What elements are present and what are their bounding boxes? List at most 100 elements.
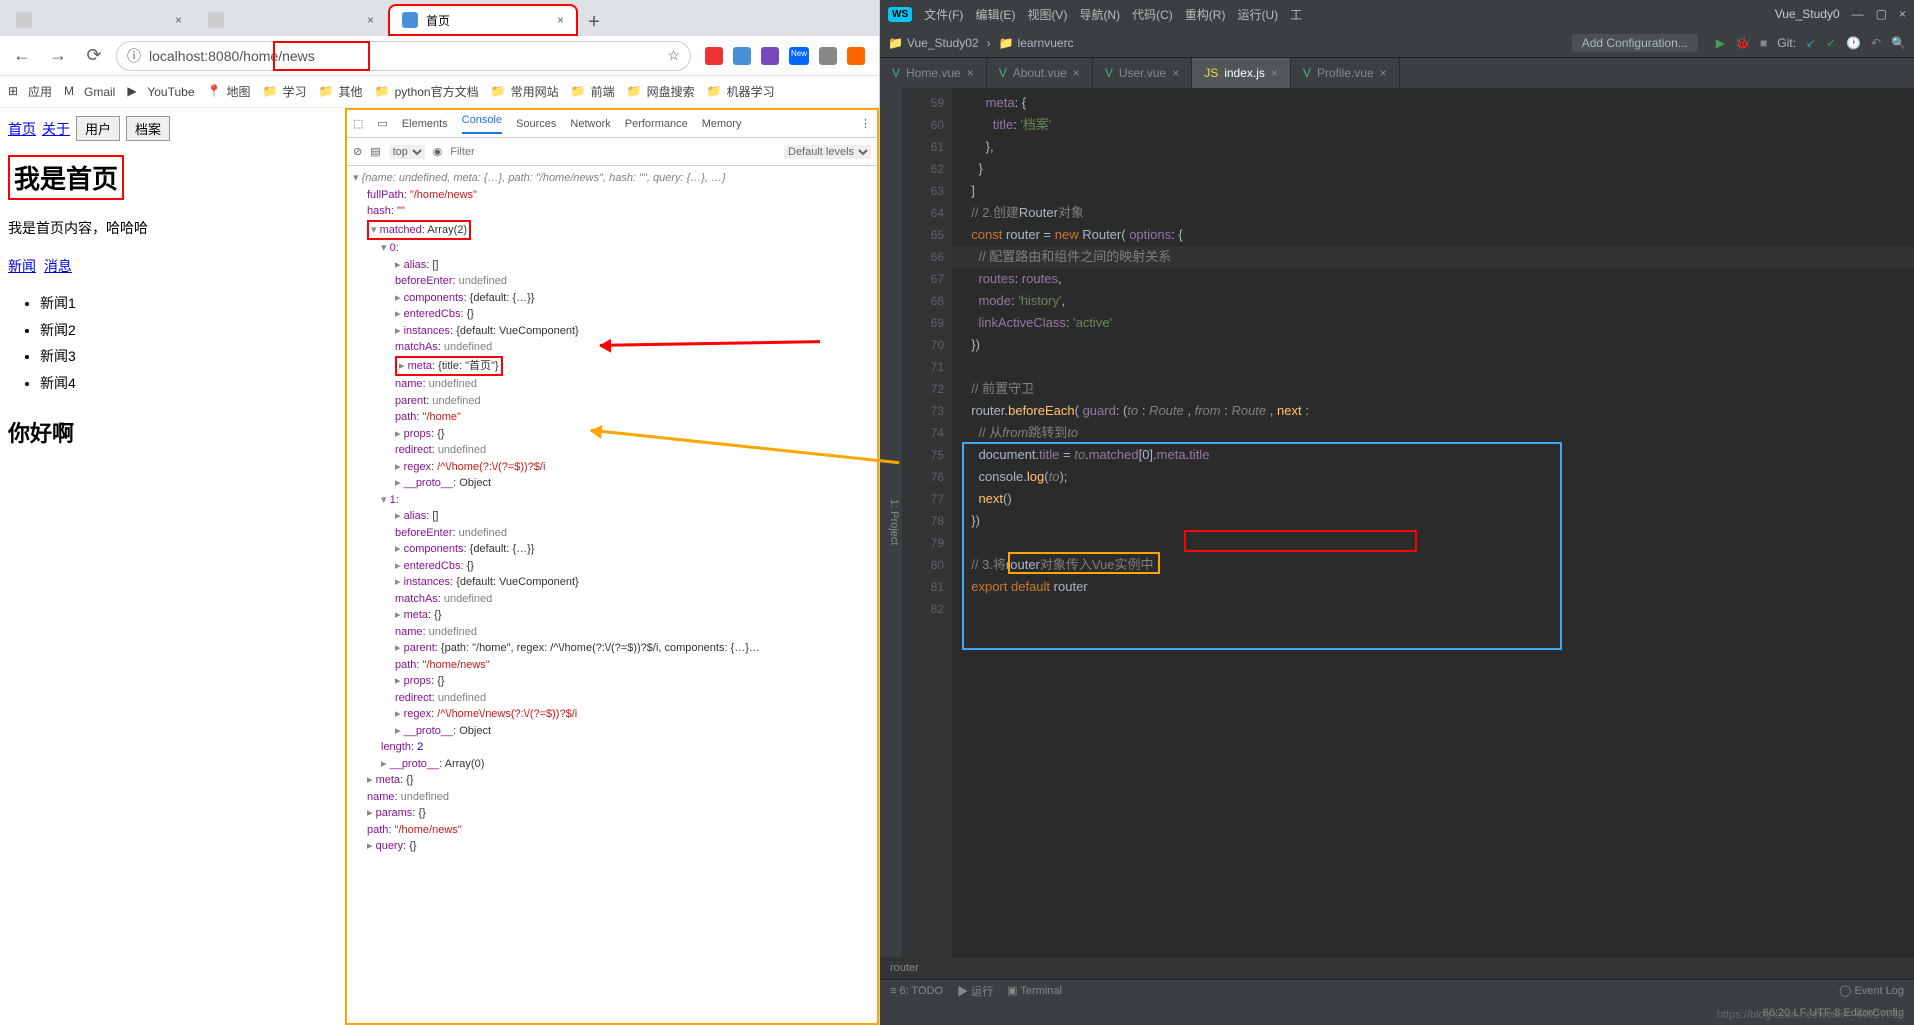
bookmark-item[interactable]: 📍地图 — [207, 83, 251, 100]
sidebar-icon[interactable]: ▤ — [370, 145, 380, 158]
ide-bottom-bar: ≡ 6: TODO ▶ 运行 ▣ Terminal ◯ Event Log — [880, 979, 1914, 1001]
dt-tab-active[interactable]: Console — [462, 114, 502, 134]
clear-icon[interactable]: ⊘ — [353, 145, 362, 158]
search-icon[interactable]: 🔍 — [1891, 36, 1906, 50]
user-button[interactable]: 用户 — [76, 116, 120, 141]
devtools-panel: ⬚ ▭ Elements Console Sources Network Per… — [345, 108, 879, 1025]
run-icon[interactable]: ▶ — [1716, 36, 1725, 50]
stop-icon[interactable]: ■ — [1760, 36, 1767, 50]
bookmark-item[interactable]: 📁前端 — [571, 83, 615, 100]
bookmark-item[interactable]: 📁学习 — [263, 83, 307, 100]
menu-item[interactable]: 运行(U) — [1237, 6, 1278, 23]
event-log[interactable]: ◯ Event Log — [1839, 984, 1904, 997]
editor-tab[interactable]: VHome.vue× — [880, 58, 987, 88]
git-update-icon[interactable]: ↙ — [1806, 36, 1816, 50]
code-editor[interactable]: meta: { title: '档案' }, } ] // 2.创建Router… — [952, 88, 1914, 957]
back-button[interactable]: ← — [8, 42, 36, 70]
close-icon[interactable]: × — [175, 13, 182, 27]
menu-item[interactable]: 导航(N) — [1079, 6, 1120, 23]
minimize-icon[interactable]: — — [1852, 7, 1864, 21]
git-label: Git: — [1777, 36, 1796, 50]
todo-tab[interactable]: ≡ 6: TODO — [890, 985, 943, 997]
toolbar-icons: ▶ 🐞 ■ Git: ↙ ✓ 🕐 ↶ 🔍 — [1716, 36, 1906, 50]
dt-tab[interactable]: Network — [570, 118, 610, 130]
git-revert-icon[interactable]: ↶ — [1871, 36, 1881, 50]
ext-badge[interactable]: New — [789, 47, 809, 65]
archive-button[interactable]: 档案 — [126, 116, 170, 141]
editor-tab[interactable]: JSindex.js× — [1192, 58, 1291, 88]
editor-tab[interactable]: VUser.vue× — [1093, 58, 1192, 88]
menu-item[interactable]: 工 — [1290, 6, 1302, 23]
address-bar[interactable]: ⓘ localhost:8080/home/news ☆ — [116, 41, 691, 71]
bookmarks-bar: ⊞应用 MGmail ▶YouTube 📍地图 📁学习 📁其他 📁python官方文档 📁常用… — [0, 76, 879, 108]
browser-tab[interactable]: × — [196, 4, 386, 36]
dt-tab[interactable]: Memory — [702, 118, 742, 130]
close-icon[interactable]: × — [1899, 7, 1906, 21]
ext-icon[interactable] — [733, 47, 751, 65]
device-icon[interactable]: ▭ — [377, 117, 387, 130]
dt-tab[interactable]: Elements — [402, 118, 448, 130]
menu-item[interactable]: 代码(C) — [1132, 6, 1173, 23]
inspect-icon[interactable]: ⬚ — [353, 117, 363, 130]
url-text: localhost:8080/home/news — [149, 48, 315, 64]
debug-icon[interactable]: 🐞 — [1735, 36, 1750, 50]
run-config[interactable]: Add Configuration... — [1572, 34, 1698, 52]
link-home[interactable]: 首页 — [8, 119, 36, 139]
editor-area: 1: Project 59606162636465666768697071727… — [880, 88, 1914, 957]
bookmark-item[interactable]: 📁机器学习 — [707, 83, 775, 100]
bookmark-item[interactable]: 📁其他 — [319, 83, 363, 100]
reload-button[interactable]: ⟳ — [80, 42, 108, 70]
terminal-tab[interactable]: ▣ Terminal — [1007, 984, 1062, 997]
new-tab-button[interactable]: + — [580, 8, 608, 36]
dt-tab[interactable]: Sources — [516, 118, 556, 130]
browser-tab[interactable]: × — [4, 4, 194, 36]
tool-sidebar[interactable]: 1: Project — [880, 88, 902, 957]
levels-select[interactable]: Default levels — [784, 145, 871, 159]
bookmark-item[interactable]: MGmail — [64, 84, 115, 100]
bookmark-item[interactable]: 📁python官方文档 — [375, 83, 479, 100]
ext-icon[interactable] — [705, 47, 723, 65]
link-msg[interactable]: 消息 — [44, 258, 72, 274]
editor-tab[interactable]: VAbout.vue× — [987, 58, 1093, 88]
bookmark-item[interactable]: 📁常用网站 — [491, 83, 559, 100]
project-name: Vue_Study0 — [1775, 7, 1840, 21]
close-icon[interactable]: × — [367, 13, 374, 27]
ext-icon[interactable] — [819, 47, 837, 65]
link-news[interactable]: 新闻 — [8, 258, 36, 274]
run-tab[interactable]: ▶ 运行 — [957, 983, 993, 999]
git-commit-icon[interactable]: ✓ — [1826, 36, 1836, 50]
folder-icon[interactable]: 📁 Vue_Study02 — [888, 36, 979, 50]
close-icon[interactable]: × — [557, 13, 564, 27]
ext-icon[interactable] — [847, 47, 865, 65]
ext-icon[interactable] — [761, 47, 779, 65]
editor-breadcrumb: router — [880, 957, 1914, 979]
dt-tab[interactable]: Performance — [625, 118, 688, 130]
git-history-icon[interactable]: 🕐 — [1846, 36, 1861, 50]
browser-tab-active[interactable]: 首页 × — [388, 4, 578, 36]
bookmark-item[interactable]: 📁网盘搜索 — [627, 83, 695, 100]
extension-icons: New — [699, 47, 871, 65]
maximize-icon[interactable]: ▢ — [1876, 7, 1887, 21]
dt-more-icon[interactable]: ⋮ — [860, 117, 871, 130]
menu-item[interactable]: 编辑(E) — [975, 6, 1015, 23]
eye-icon[interactable]: ◉ — [433, 145, 443, 158]
info-icon[interactable]: ⓘ — [127, 46, 141, 66]
page-body: 首页 关于 用户 档案 我是首页 我是首页内容，哈哈哈 新闻 消息 新闻1新闻2… — [0, 108, 879, 1025]
editor-tab[interactable]: VProfile.vue× — [1291, 58, 1400, 88]
forward-button[interactable]: → — [44, 42, 72, 70]
page-heading2: 你好啊 — [8, 416, 337, 448]
menu-item[interactable]: 文件(F) — [924, 6, 963, 23]
list-item: 新闻3 — [40, 343, 337, 370]
filter-input[interactable] — [450, 146, 776, 158]
folder-icon[interactable]: 📁 learnvuerc — [999, 36, 1074, 50]
bookmark-item[interactable]: ⊞应用 — [8, 83, 52, 100]
bookmark-item[interactable]: ▶YouTube — [127, 84, 194, 100]
context-select[interactable]: top — [389, 145, 425, 159]
address-bar-row: ← → ⟳ ⓘ localhost:8080/home/news ☆ New — [0, 36, 879, 76]
page-content: 首页 关于 用户 档案 我是首页 我是首页内容，哈哈哈 新闻 消息 新闻1新闻2… — [0, 108, 345, 1025]
link-about[interactable]: 关于 — [42, 119, 70, 139]
tab-title: 首页 — [426, 12, 450, 29]
menu-item[interactable]: 视图(V) — [1027, 6, 1067, 23]
menu-item[interactable]: 重构(R) — [1185, 6, 1226, 23]
star-icon[interactable]: ☆ — [667, 47, 680, 64]
